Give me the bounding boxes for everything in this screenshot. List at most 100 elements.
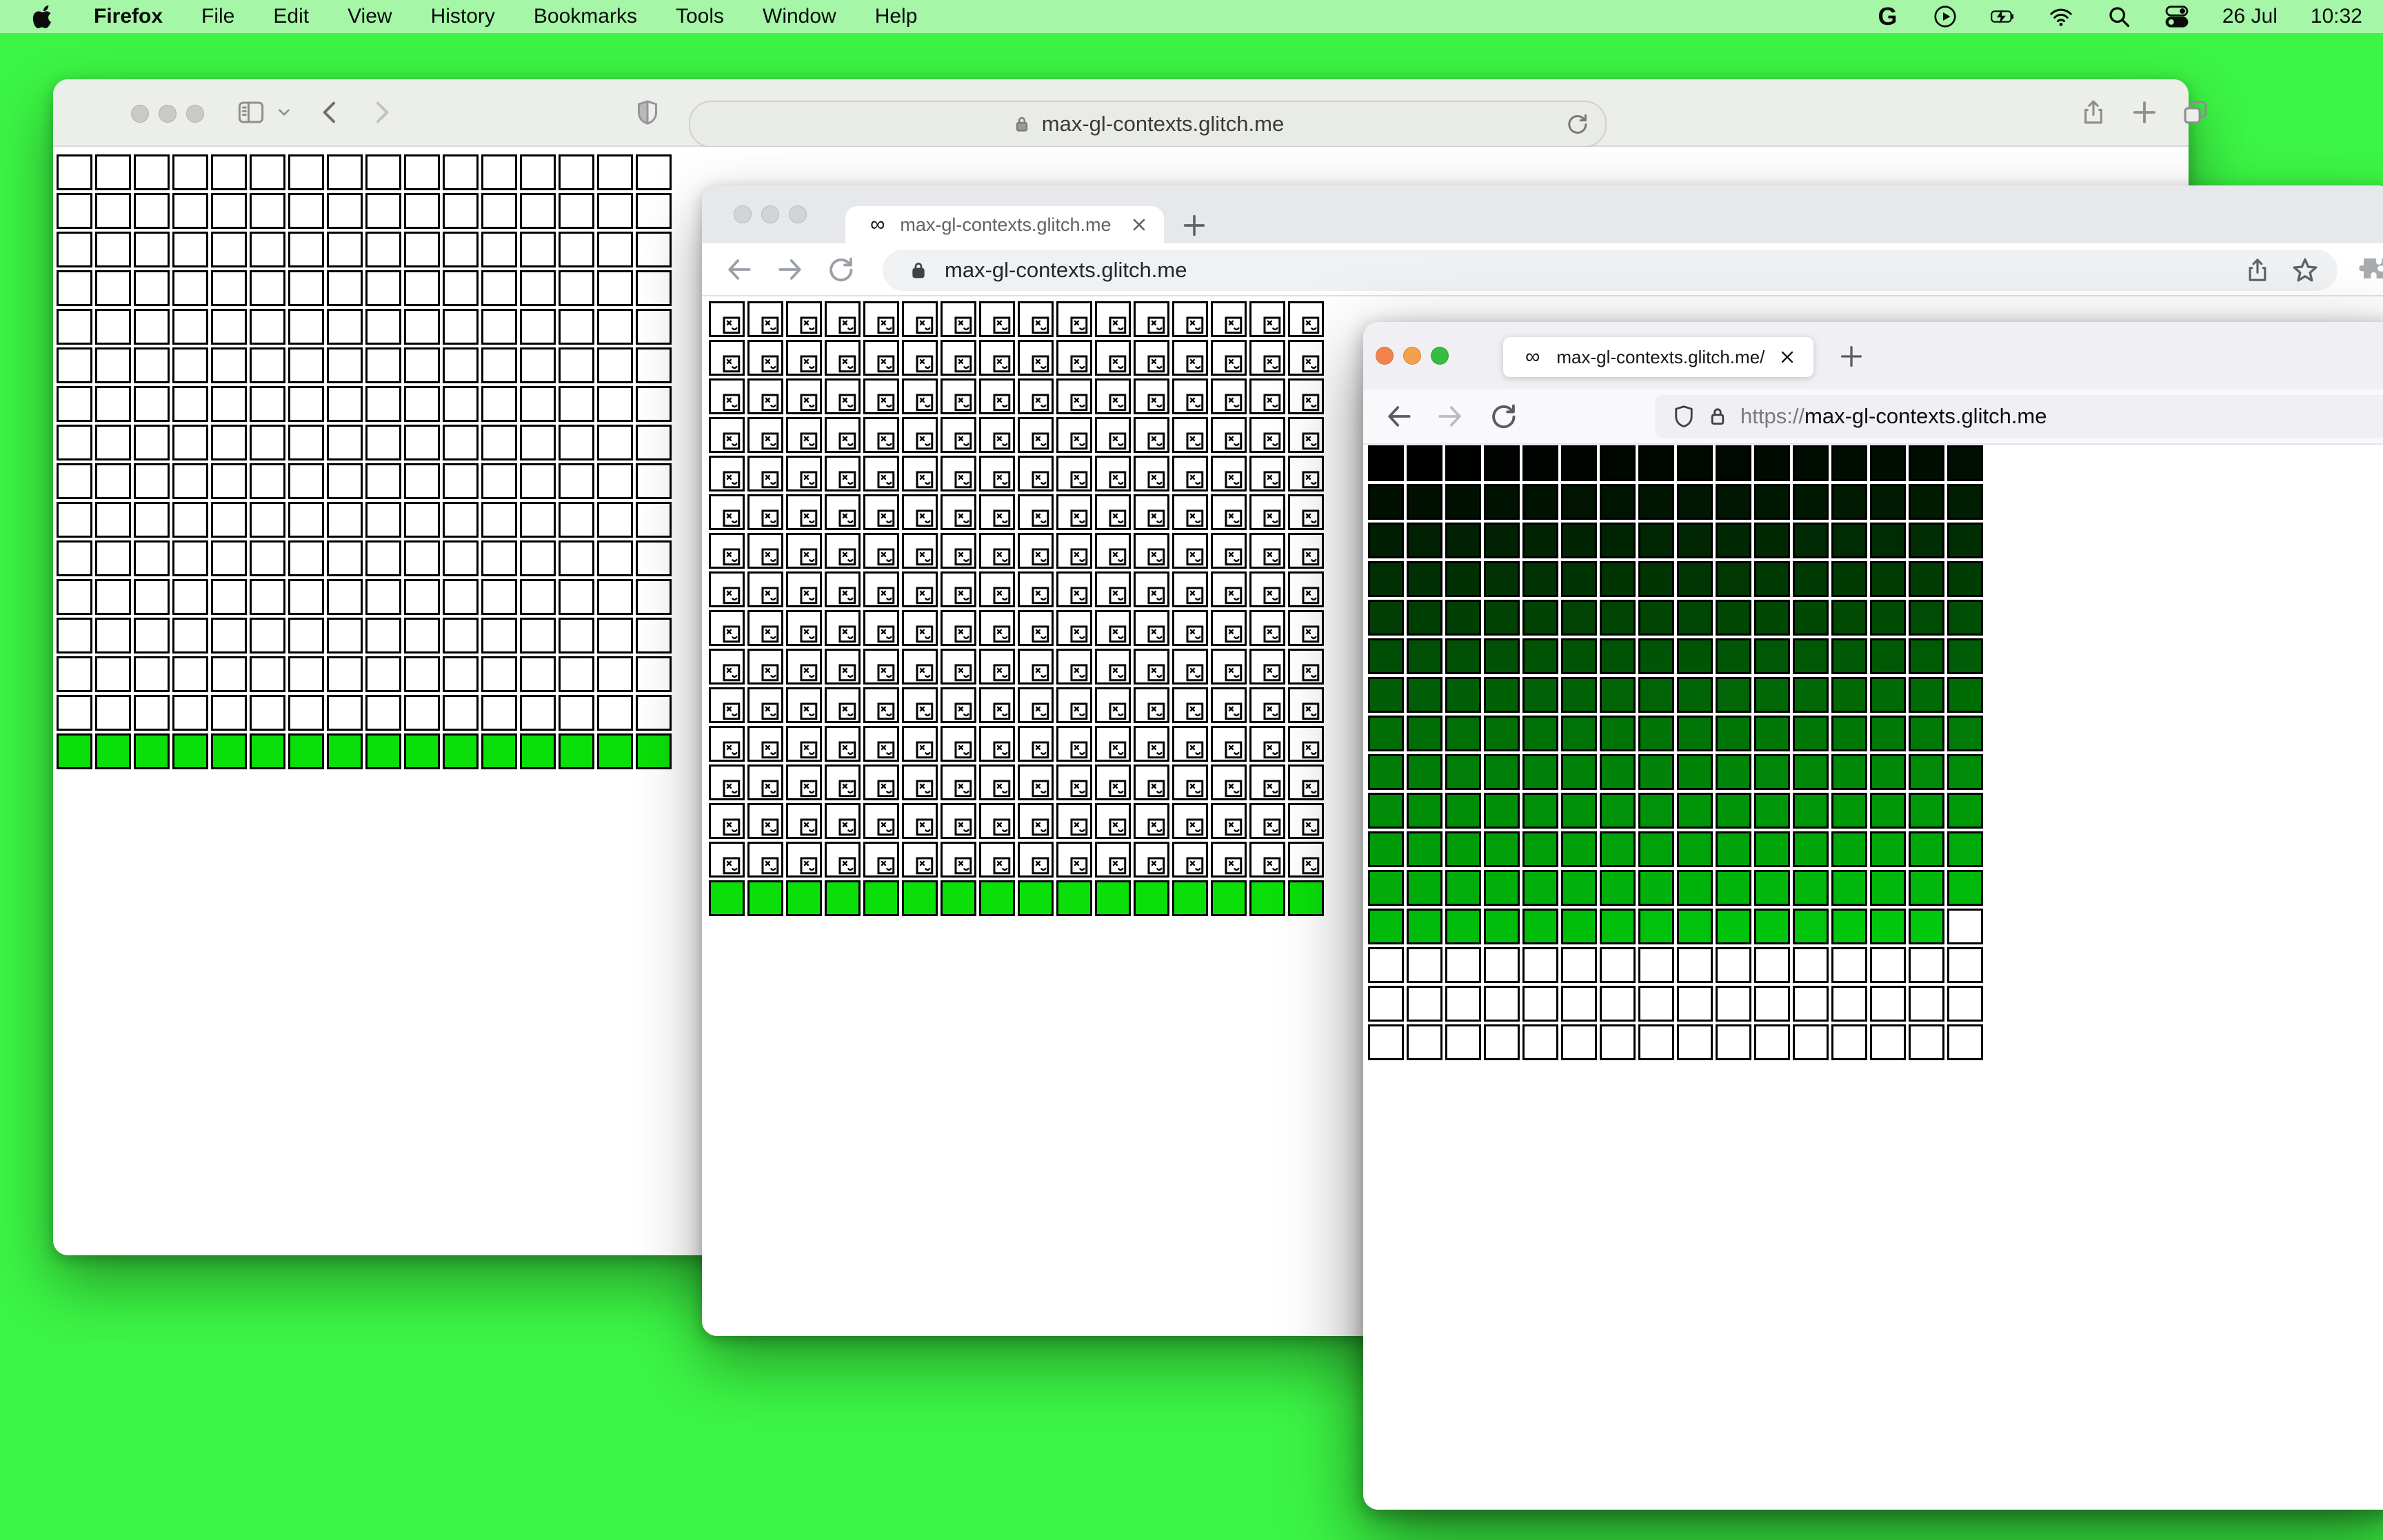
search-icon[interactable] [2107, 4, 2131, 29]
chrome-active-tab[interactable]: ∞ max-gl-contexts.glitch.me [845, 206, 1164, 243]
bookmark-star-icon[interactable] [2291, 256, 2320, 285]
gl-canvas-cell [786, 764, 822, 800]
tracking-shield-icon[interactable] [1671, 404, 1696, 429]
gl-canvas-cell [559, 232, 594, 267]
gl-canvas-cell [1484, 1024, 1520, 1060]
back-button[interactable] [316, 99, 344, 126]
new-tab-button[interactable] [1838, 343, 1865, 370]
broken-image-icon [1032, 857, 1049, 875]
play-circle-icon[interactable] [1933, 4, 1958, 29]
close-button[interactable] [734, 205, 752, 223]
gl-canvas-cell [1445, 638, 1481, 674]
gl-canvas-cell [825, 842, 861, 878]
wifi-icon[interactable] [2049, 4, 2073, 29]
new-tab-icon[interactable] [2130, 98, 2159, 127]
gl-canvas-cell [786, 456, 822, 492]
gl-canvas-cell [1249, 494, 1285, 530]
menu-history[interactable]: History [431, 5, 495, 28]
zoom-button[interactable] [789, 205, 807, 223]
broken-image-icon [838, 664, 856, 682]
broken-image-icon [877, 316, 895, 334]
gl-canvas-cell [1368, 986, 1404, 1022]
new-tab-button[interactable] [1180, 212, 1208, 239]
gl-canvas-cell [825, 571, 861, 607]
gl-canvas-cell [1249, 378, 1285, 414]
broken-image-icon [877, 702, 895, 720]
broken-image-icon [1070, 509, 1088, 527]
firefox-address-bar[interactable]: https://max-gl-contexts.glitch.me [1655, 395, 2383, 438]
broken-image-icon [1147, 587, 1165, 605]
broken-image-icon [761, 818, 779, 836]
gl-canvas-cell [1172, 378, 1208, 414]
gl-canvas-cell [443, 656, 479, 692]
menu-edit[interactable]: Edit [273, 5, 309, 28]
menu-bookmarks[interactable]: Bookmarks [534, 5, 637, 28]
menu-help[interactable]: Help [875, 5, 918, 28]
close-button[interactable] [1376, 347, 1394, 365]
menu-window[interactable]: Window [763, 5, 836, 28]
zoom-button[interactable] [1431, 347, 1449, 365]
gl-canvas-cell [211, 463, 247, 499]
menu-view[interactable]: View [348, 5, 392, 28]
gl-canvas-cell [1445, 484, 1481, 520]
gl-canvas-cell [404, 386, 440, 422]
broken-image-icon [1225, 316, 1243, 334]
close-button[interactable] [131, 105, 149, 123]
menu-tools[interactable]: Tools [676, 5, 724, 28]
menu-file[interactable]: File [201, 5, 234, 28]
gl-canvas-cell [1288, 842, 1324, 878]
google-icon[interactable]: G [1875, 4, 1900, 29]
share-icon[interactable] [2244, 256, 2271, 284]
firefox-active-tab[interactable]: ∞ max-gl-contexts.glitch.me/ [1503, 337, 1813, 377]
reload-button[interactable] [826, 254, 856, 285]
gl-canvas-cell [1677, 870, 1713, 906]
gl-canvas-cell [1018, 301, 1054, 337]
gl-canvas-cell [1095, 301, 1131, 337]
apple-menu-icon[interactable] [30, 4, 55, 29]
tab-overview-icon[interactable] [2181, 98, 2210, 127]
lock-icon[interactable] [1706, 405, 1729, 428]
back-button[interactable] [724, 254, 754, 285]
chrome-address-bar[interactable]: max-gl-contexts.glitch.me [883, 250, 2337, 291]
gl-canvas-cell [1445, 445, 1481, 481]
zoom-button[interactable] [186, 105, 204, 123]
close-tab-icon[interactable] [1778, 347, 1797, 367]
reload-icon[interactable] [1565, 112, 1590, 136]
gl-canvas-cell [1638, 831, 1674, 867]
forward-button[interactable] [775, 254, 805, 285]
gl-canvas-cell [1134, 417, 1169, 453]
close-tab-icon[interactable] [1129, 215, 1149, 234]
share-icon[interactable] [2079, 98, 2108, 127]
gl-canvas-cell [825, 649, 861, 685]
forward-button[interactable] [368, 99, 395, 126]
sidebar-icon[interactable] [237, 98, 265, 127]
gl-canvas-cell [1831, 445, 1867, 481]
privacy-shield-icon[interactable] [634, 99, 661, 126]
forward-button[interactable] [1435, 401, 1465, 432]
broken-image-icon [723, 587, 741, 605]
chevron-down-icon[interactable] [275, 103, 293, 121]
gl-canvas-cell [1793, 1024, 1829, 1060]
menu-app-name[interactable]: Firefox [94, 5, 163, 28]
gl-canvas-cell [288, 386, 324, 422]
menu-clock[interactable]: 10:32 [2311, 5, 2362, 28]
reload-button[interactable] [1489, 401, 1519, 432]
gl-canvas-cell [636, 193, 672, 229]
minimize-button[interactable] [159, 105, 177, 123]
menu-date[interactable]: 26 Jul [2222, 5, 2278, 28]
battery-charging-icon[interactable] [1991, 4, 2015, 29]
broken-image-icon [1186, 548, 1204, 566]
gl-canvas-cell [95, 463, 131, 499]
gl-canvas-cell [134, 193, 170, 229]
gl-canvas-cell [172, 425, 208, 460]
gl-canvas-cell [863, 533, 899, 569]
extensions-puzzle-icon[interactable] [2358, 255, 2383, 284]
gl-canvas-cell [1211, 880, 1247, 916]
safari-address-bar[interactable]: max-gl-contexts.glitch.me [689, 101, 1607, 148]
minimize-button[interactable] [761, 205, 779, 223]
control-center-icon[interactable] [2164, 4, 2189, 29]
gl-canvas-cell [95, 425, 131, 460]
back-button[interactable] [1384, 401, 1414, 432]
gl-canvas-cell [1445, 523, 1481, 558]
minimize-button[interactable] [1403, 347, 1421, 365]
